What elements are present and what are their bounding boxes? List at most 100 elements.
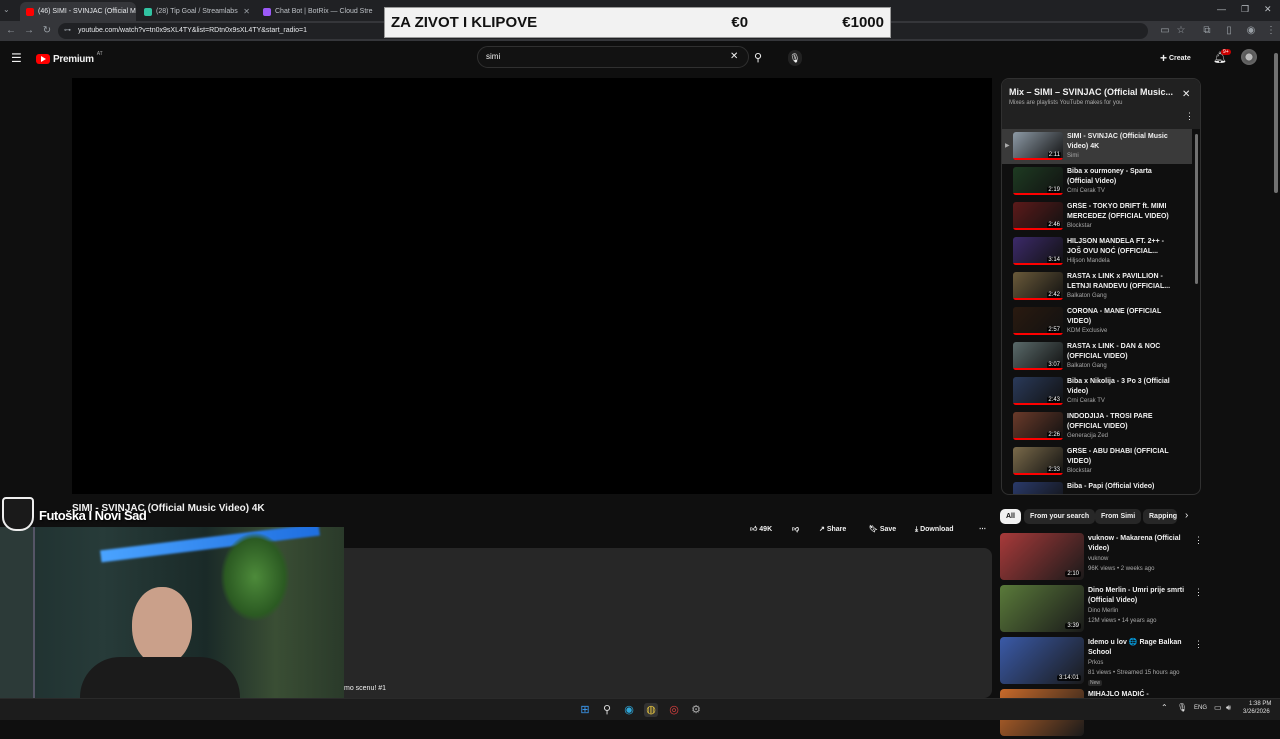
mic-tray-icon[interactable]: 🎙︎	[1177, 703, 1187, 712]
download-button[interactable]: ⤓ Download	[908, 521, 961, 539]
bookmark-icon[interactable]: ☆	[1174, 24, 1188, 38]
mix-thumbnail[interactable]: 3:14	[1013, 237, 1063, 265]
video-player[interactable]	[72, 78, 992, 494]
recommendation-item[interactable]: 3:14:01 Idemo u lov 🌐 Rage Balkan School P…	[1000, 637, 1203, 687]
mix-thumbnail[interactable]: 2:43	[1013, 377, 1063, 405]
network-icon[interactable]: ▭	[1214, 703, 1222, 712]
clock-date[interactable]: 3/26/2026	[1243, 709, 1270, 715]
menu-dots-icon[interactable]: ⋮	[1264, 24, 1278, 38]
close-tab-icon[interactable]: ✕	[243, 7, 250, 16]
site-info-icon[interactable]: ⊶	[64, 23, 71, 39]
volume-icon[interactable]: 🔊︎	[1226, 703, 1231, 713]
hamburger-menu-icon[interactable]: ☰	[11, 51, 22, 65]
chip-rapping[interactable]: Rapping	[1143, 509, 1177, 524]
mix-item-title: Biba - Papi (Official Video)	[1067, 483, 1155, 490]
mix-thumbnail[interactable]: 3:07	[1013, 342, 1063, 370]
share-button[interactable]: ↗ Share	[812, 521, 853, 539]
mix-item-title: Biba x ourmoney - Sparta (Official Video…	[1067, 168, 1152, 185]
profile-icon[interactable]: ◉	[1244, 24, 1258, 38]
mix-item-channel: Balkaton Gang	[1067, 363, 1107, 369]
reload-icon[interactable]: ↻	[40, 24, 54, 38]
minimize-icon[interactable]: —	[1217, 4, 1226, 14]
more-options-icon[interactable]: ⋮	[1185, 111, 1194, 122]
dislike-button[interactable]: 👎︎	[785, 521, 806, 539]
mix-item[interactable]: 2:43 Biba x Nikolija - 3 Po 3 (Official V…	[1002, 374, 1192, 409]
goal-current: €0	[731, 14, 749, 31]
tray-chevron-icon[interactable]: ⌃	[1161, 703, 1168, 712]
mix-item[interactable]: 2:57 CORONA - MANE (OFFICIAL VIDEO) KDM Ex…	[1002, 304, 1192, 339]
share-label: Share	[826, 526, 847, 533]
forward-icon[interactable]: →	[22, 24, 36, 38]
youtube-logo[interactable]: Premium AT	[36, 51, 103, 66]
rec-thumbnail[interactable]: 3:39	[1000, 585, 1084, 632]
create-button[interactable]: + Create	[1160, 50, 1191, 66]
mix-thumbnail[interactable]: 2:26	[1013, 412, 1063, 440]
edge-icon[interactable]: ◉	[622, 703, 636, 717]
chip-from-simi[interactable]: From Simi	[1095, 509, 1142, 524]
mix-item[interactable]: 2:26 INDODJIJA - TROSI PARE (OFFICIAL VID…	[1002, 409, 1192, 444]
mix-item-channel: Hiljson Mandela	[1067, 258, 1110, 264]
mix-item[interactable]: 3:14 HILJSON MANDELA FT. 2++ - JOŠ OVU NO…	[1002, 234, 1192, 269]
mix-item[interactable]: 3:07 RASTA x LINK - DAN & NOĆ (OFFICIAL V…	[1002, 339, 1192, 374]
new-badge: New	[1088, 680, 1103, 686]
more-options-icon[interactable]: ⋮	[1194, 535, 1203, 546]
save-button[interactable]: 🔖︎ Save	[862, 521, 903, 539]
maximize-icon[interactable]: ❐	[1241, 4, 1249, 15]
avatar[interactable]	[1241, 49, 1257, 65]
more-options-icon[interactable]: ⋮	[1194, 639, 1203, 650]
mix-thumbnail[interactable]: 2:11	[1013, 132, 1063, 160]
close-icon[interactable]: ✕	[1182, 89, 1190, 100]
recommendation-item[interactable]: 3:39 Dino Merlin - Umri prije smrti (Offi…	[1000, 585, 1203, 635]
language-indicator[interactable]: ENG	[1194, 705, 1207, 711]
mix-item[interactable]: 2:33 GRŠE - ABU DHABI (OFFICIAL VIDEO) Blo…	[1002, 444, 1192, 479]
mix-thumbnail[interactable]: 2:42	[1013, 272, 1063, 300]
chip-from-your-search[interactable]: From your search	[1024, 509, 1096, 524]
tab-search-icon[interactable]: ⌄	[3, 3, 10, 17]
sidepanel-icon[interactable]: ▯	[1222, 24, 1236, 38]
tab-streamlabs[interactable]: (28) Tip Goal / Streamlabs ✕	[138, 2, 256, 21]
create-label: Create	[1168, 54, 1191, 62]
search-icon[interactable]: ⚲	[754, 51, 762, 65]
youtube-header: ☰ Premium AT simi ✕ ⚲ 🎙︎ + Create 🔔︎ 9+	[0, 41, 1270, 75]
chip-all[interactable]: All	[1000, 509, 1021, 524]
save-label: Save	[879, 526, 897, 533]
app-icon[interactable]: ◎	[667, 703, 681, 717]
goal-target: €1000	[842, 14, 884, 31]
settings-icon[interactable]: ⚙	[689, 703, 703, 717]
more-actions-button[interactable]: ⋯	[972, 521, 993, 539]
extensions-icon[interactable]: ⧉	[1200, 24, 1214, 38]
search-input[interactable]: simi ✕	[477, 46, 749, 68]
rec-thumbnail[interactable]: 3:14:01	[1000, 637, 1084, 684]
back-icon[interactable]: ←	[4, 24, 18, 38]
rec-channel: Prkos	[1088, 660, 1104, 666]
plant-decor	[220, 532, 290, 622]
mix-item[interactable]: 2:19 Biba x ourmoney - Sparta (Official V…	[1002, 164, 1192, 199]
install-icon[interactable]: ▭	[1158, 24, 1172, 38]
mix-item[interactable]: ▶ 2:11 SIMI - SVINJAC (Official Music Vide…	[1002, 129, 1192, 164]
mix-thumbnail[interactable]: 2:19	[1013, 167, 1063, 195]
like-button[interactable]: 👍︎ 49K	[743, 521, 779, 539]
taskbar-search-icon[interactable]: ⚲	[600, 703, 614, 717]
mix-item[interactable]: 2:46 GRŠE - TOKYO DRIFT ft. MIMI MERCEDEZ…	[1002, 199, 1192, 234]
mix-thumbnail[interactable]	[1013, 482, 1063, 494]
chrome-icon[interactable]: ◍	[644, 703, 658, 717]
clear-search-icon[interactable]: ✕	[730, 47, 738, 67]
tab-youtube[interactable]: (46) SIMI - SVINJAC (Official M ✕	[20, 2, 136, 21]
rec-thumbnail[interactable]: 2:10	[1000, 533, 1084, 580]
windows-start-icon[interactable]: ⊞	[578, 703, 592, 717]
goal-title: ZA ZIVOT I KLIPOVE	[391, 14, 538, 31]
mix-item[interactable]: 2:42 RASTA x LINK x PAVILLION - LETNJI RA…	[1002, 269, 1192, 304]
mix-item[interactable]: Biba - Papi (Official Video)	[1002, 479, 1192, 494]
mix-scrollbar[interactable]	[1195, 134, 1198, 284]
tab-botrix[interactable]: Chat Bot | BotRix — Cloud Stre ✕	[257, 2, 373, 21]
page-scrollbar[interactable]	[1272, 41, 1280, 698]
more-options-icon[interactable]: ⋮	[1194, 587, 1203, 598]
chips-next-icon[interactable]: ›	[1185, 510, 1188, 521]
mix-thumbnail[interactable]: 2:33	[1013, 447, 1063, 475]
mix-thumbnail[interactable]: 2:57	[1013, 307, 1063, 335]
microphone-icon[interactable]: 🎙︎	[788, 50, 802, 66]
recommendation-item[interactable]: 2:10 vuknow - Makarena (Official Video) vu…	[1000, 533, 1203, 583]
mix-thumbnail[interactable]: 2:46	[1013, 202, 1063, 230]
close-window-icon[interactable]: ✕	[1264, 4, 1272, 15]
clock-time[interactable]: 1:38 PM	[1249, 701, 1271, 707]
